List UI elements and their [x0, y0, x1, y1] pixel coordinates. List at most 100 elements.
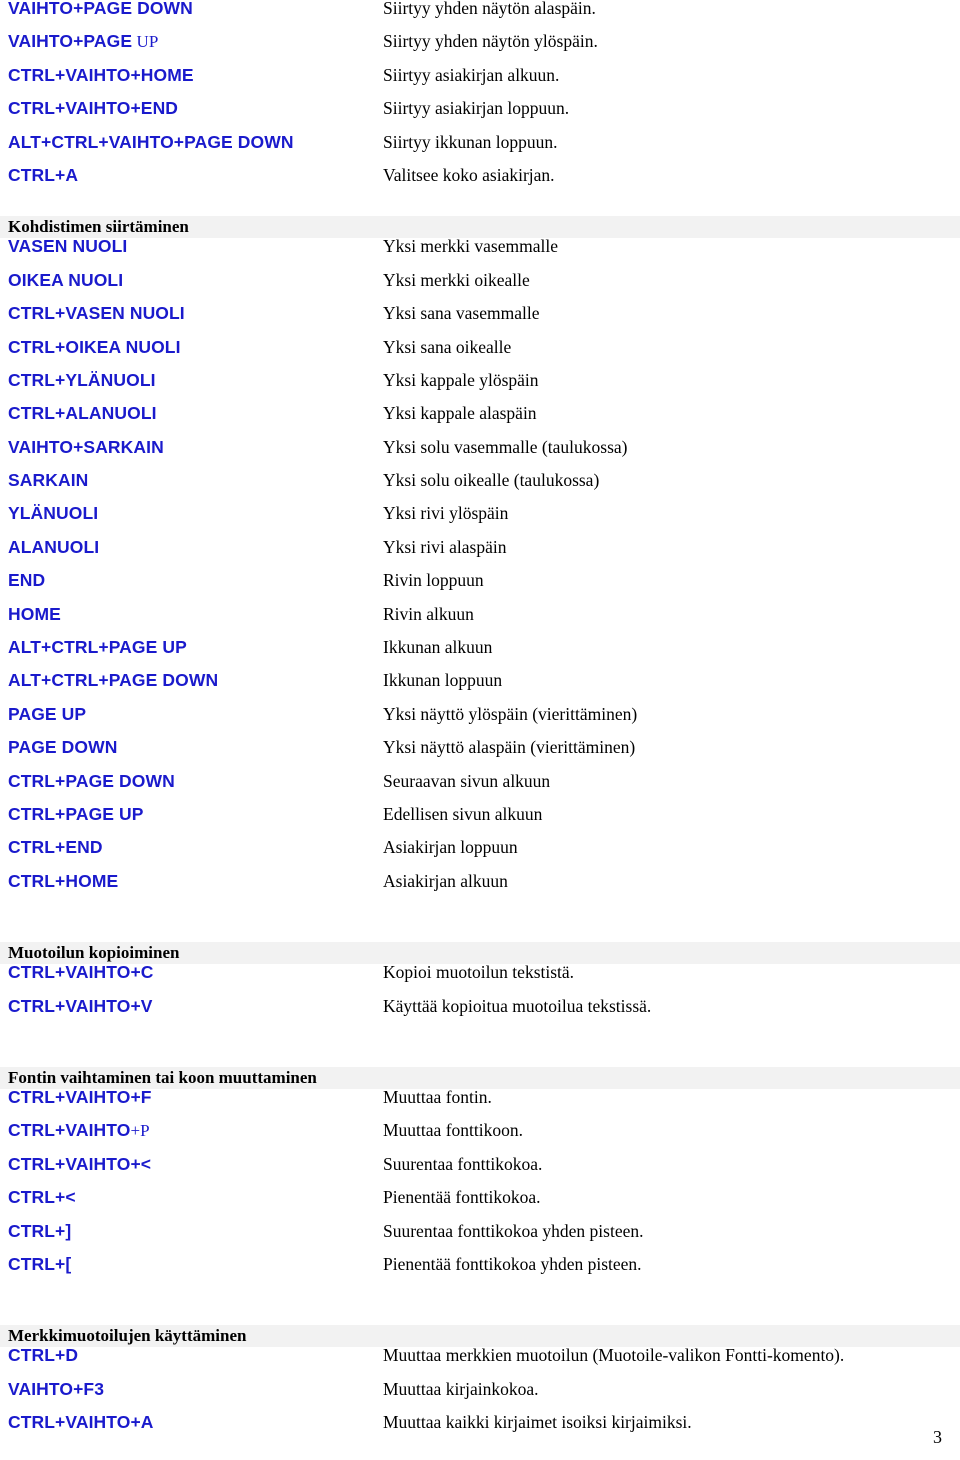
shortcut-row: ALANUOLI Yksi rivi alaspäin: [8, 536, 952, 572]
shortcut-row: END Rivin loppuun: [8, 572, 952, 605]
shortcut-row: CTRL+VAIHTO+< Suurentaa fonttikokoa.: [8, 1153, 952, 1189]
shortcut-keys: ALT+CTRL+VAIHTO+PAGE DOWN: [8, 131, 294, 152]
shortcut-row: HOME Rivin alkuun: [8, 603, 952, 639]
shortcut-keys-main: CTRL+VAIHTO: [8, 1120, 131, 1141]
shortcut-row: YLÄNUOLI Yksi rivi ylöspäin: [8, 505, 952, 538]
shortcut-row: ALT+CTRL+PAGE DOWN Ikkunan loppuun: [8, 672, 952, 705]
shortcut-keys: CTRL+D: [8, 1345, 79, 1366]
shortcut-description: Yksi näyttö ylöspäin (vierittäminen): [383, 703, 638, 724]
shortcut-keys: END: [8, 570, 46, 591]
section-header-fontin-vaihtaminen: Fontin vaihtaminen tai koon muuttaminen: [0, 1066, 960, 1089]
shortcut-keys: HOME: [8, 603, 61, 624]
shortcut-keys: CTRL+PAGE UP: [8, 803, 144, 824]
shortcut-row: PAGE UP Yksi näyttö ylöspäin (vierittämin…: [8, 703, 952, 739]
shortcut-description: Muuttaa kaikki kirjaimet isoiksi kirjaim…: [383, 1412, 692, 1433]
shortcut-description: Yksi rivi ylöspäin: [383, 503, 509, 524]
shortcut-keys: VAIHTO+PAGE UP: [8, 33, 383, 51]
shortcut-row: CTRL+VAIHTO+F Muuttaa fontin.: [8, 1086, 952, 1122]
shortcut-description: Yksi sana vasemmalle: [383, 303, 540, 324]
shortcut-description: Rivin alkuun: [383, 603, 474, 624]
shortcut-row: CTRL+VAIHTO+END Siirtyy asiakirjan loppuu…: [8, 100, 952, 133]
shortcut-row: VAIHTO+F3 Muuttaa kirjainkokoa.: [8, 1378, 952, 1414]
shortcut-row: CTRL+HOME Asiakirjan alkuun: [8, 870, 952, 906]
shortcut-description: Asiakirjan alkuun: [383, 870, 508, 891]
shortcut-description: Yksi merkki oikealle: [383, 269, 530, 290]
shortcut-description: Pienentää fonttikokoa.: [383, 1187, 541, 1208]
shortcut-row: CTRL+OIKEA NUOLI Yksi sana oikealle: [8, 336, 952, 372]
shortcut-row: CTRL+D Muuttaa merkkien muotoilun (Muotoi…: [8, 1347, 952, 1380]
shortcut-row: VAIHTO+SARKAIN Yksi solu vasemmalle (taul…: [8, 436, 952, 472]
shortcut-keys: ALT+CTRL+PAGE UP: [8, 637, 187, 658]
shortcut-row: ALT+CTRL+VAIHTO+PAGE DOWN Siirtyy ikkunan…: [8, 131, 952, 167]
shortcut-keys: CTRL+VAIHTO+<: [8, 1153, 152, 1174]
shortcut-keys: YLÄNUOLI: [8, 503, 99, 524]
shortcut-row: CTRL+VAIHTO+C Kopioi muotoilun tekstistä.: [8, 964, 952, 997]
shortcut-keys: CTRL+VAIHTO+A: [8, 1412, 154, 1433]
shortcut-row: CTRL+END Asiakirjan loppuun: [8, 839, 952, 872]
shortcut-keys: CTRL+VAIHTO+END: [8, 98, 179, 119]
shortcut-keys: PAGE UP: [8, 703, 87, 724]
shortcut-keys: CTRL+VASEN NUOLI: [8, 303, 185, 324]
shortcut-description: Yksi sana oikealle: [383, 336, 512, 357]
section-header-merkkimuotoilujen-kayttaminen: Merkkimuotoilujen käyttäminen: [0, 1325, 960, 1348]
shortcut-description: Yksi näyttö alaspäin (vierittäminen): [383, 737, 636, 758]
shortcut-description: Yksi kappale ylöspäin: [383, 369, 539, 390]
shortcut-description: Seuraavan sivun alkuun: [383, 770, 551, 791]
page-number: 3: [933, 1427, 942, 1447]
shortcut-keys: SARKAIN: [8, 470, 89, 491]
shortcut-row: CTRL+VAIHTO+P Muuttaa fonttikoon.: [8, 1122, 952, 1155]
shortcut-row: CTRL+< Pienentää fonttikokoa.: [8, 1189, 952, 1222]
shortcut-keys: CTRL+PAGE DOWN: [8, 770, 175, 791]
shortcut-keys: CTRL+]: [8, 1220, 72, 1241]
shortcut-description: Muuttaa kirjainkokoa.: [383, 1378, 539, 1399]
shortcut-description: Siirtyy yhden näytön alaspäin.: [383, 0, 596, 18]
shortcut-keys: CTRL+[: [8, 1253, 72, 1274]
shortcut-keys: CTRL+A: [8, 164, 79, 185]
shortcut-description: Ikkunan alkuun: [383, 637, 493, 658]
shortcut-description: Yksi solu vasemmalle (taulukossa): [383, 436, 628, 457]
shortcut-keys: CTRL+OIKEA NUOLI: [8, 336, 181, 357]
shortcut-row: OIKEA NUOLI Yksi merkki oikealle: [8, 269, 952, 305]
shortcut-keys: ALANUOLI: [8, 536, 100, 557]
section-header-kohdistimen-siirtaminen: Kohdistimen siirtäminen: [0, 216, 960, 239]
shortcut-row: VASEN NUOLI Yksi merkki vasemmalle: [8, 238, 952, 271]
shortcut-description: Rivin loppuun: [383, 570, 484, 591]
shortcut-keys: VASEN NUOLI: [8, 236, 128, 257]
shortcut-description: Siirtyy asiakirjan alkuun.: [383, 64, 560, 85]
shortcut-description: Siirtyy asiakirjan loppuun.: [383, 98, 570, 119]
shortcut-row: CTRL+VAIHTO+V Käyttää kopioitua muotoilua…: [8, 995, 952, 1031]
shortcut-row: ALT+CTRL+PAGE UP Ikkunan alkuun: [8, 639, 952, 672]
shortcut-keys: PAGE DOWN: [8, 737, 118, 758]
shortcut-description: Käyttää kopioitua muotoilua tekstissä.: [383, 995, 652, 1016]
shortcut-keys: VAIHTO+F3: [8, 1378, 105, 1399]
shortcut-row: CTRL+] Suurentaa fonttikokoa yhden pistee…: [8, 1220, 952, 1256]
shortcut-row: CTRL+VAIHTO+A Muuttaa kaikki kirjaimet is…: [8, 1414, 952, 1447]
shortcut-description: Muuttaa fontin.: [383, 1086, 492, 1107]
shortcut-row: CTRL+YLÄNUOLI Yksi kappale ylöspäin: [8, 369, 952, 405]
shortcut-keys: CTRL+VAIHTO+C: [8, 962, 154, 983]
shortcut-row: CTRL+VASEN NUOLI Yksi sana vasemmalle: [8, 305, 952, 338]
shortcut-keys: CTRL+HOME: [8, 870, 119, 891]
shortcut-description: Siirtyy ikkunan loppuun.: [383, 131, 558, 152]
shortcut-keys: CTRL+END: [8, 837, 103, 858]
shortcut-row: VAIHTO+PAGE DOWN Siirtyy yhden näytön ala…: [8, 0, 952, 33]
shortcut-keys: VAIHTO+PAGE DOWN: [8, 0, 193, 18]
shortcut-keys: CTRL+ALANUOLI: [8, 403, 157, 424]
shortcut-keys: CTRL+VAIHTO+F: [8, 1086, 152, 1107]
shortcut-keys: ALT+CTRL+PAGE DOWN: [8, 670, 219, 691]
shortcut-list: VAIHTO+PAGE DOWN Siirtyy yhden näytön ala…: [0, 0, 960, 1447]
shortcut-description: Pienentää fonttikokoa yhden pisteen.: [383, 1253, 642, 1274]
shortcut-row: CTRL+PAGE DOWN Seuraavan sivun alkuun: [8, 770, 952, 806]
shortcut-description: Ikkunan loppuun: [383, 670, 503, 691]
shortcut-keys: VAIHTO+SARKAIN: [8, 436, 164, 457]
shortcut-keys-tail: UP: [132, 32, 159, 52]
shortcut-keys: CTRL+VAIHTO+HOME: [8, 64, 194, 85]
shortcut-description: Suurentaa fonttikokoa yhden pisteen.: [383, 1220, 644, 1241]
shortcut-description: Asiakirjan loppuun: [383, 837, 518, 858]
shortcut-description: Yksi rivi alaspäin: [383, 536, 507, 557]
shortcut-keys: CTRL+VAIHTO+V: [8, 995, 153, 1016]
shortcut-keys: CTRL+YLÄNUOLI: [8, 369, 156, 390]
